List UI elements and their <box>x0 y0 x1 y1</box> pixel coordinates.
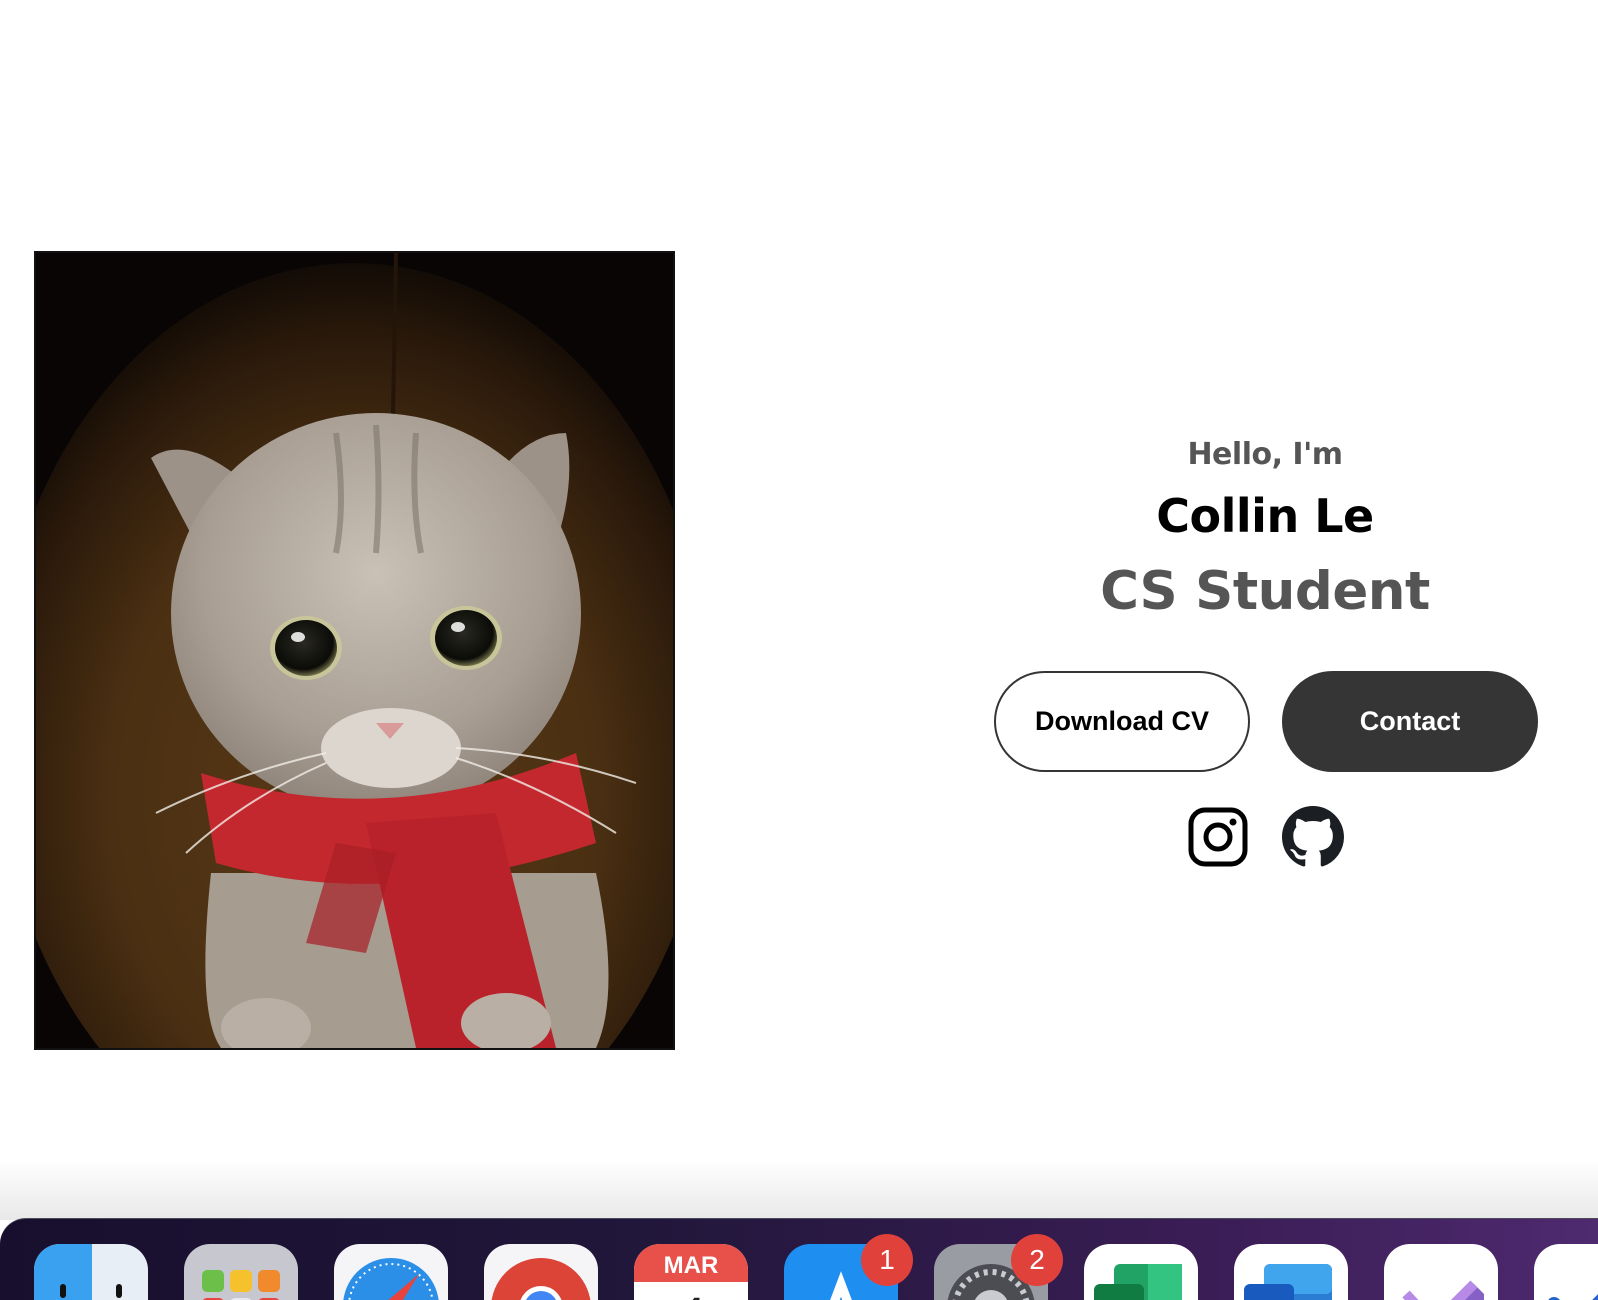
instagram-icon[interactable] <box>1187 806 1249 868</box>
contact-button[interactable]: Contact <box>1282 671 1538 772</box>
name-heading: Collin Le <box>1156 489 1374 543</box>
excel-icon[interactable]: X <box>1084 1244 1198 1300</box>
launchpad-icon[interactable] <box>184 1244 298 1300</box>
github-icon[interactable] <box>1282 806 1344 868</box>
calendar-month: MAR <box>664 1252 719 1279</box>
calendar-icon[interactable]: MAR 4 <box>634 1244 748 1300</box>
download-cv-button[interactable]: Download CV <box>994 671 1250 772</box>
portfolio-page: Hello, I'm Collin Le CS Student Download… <box>0 0 1598 1300</box>
calendar-day: 4 <box>675 1285 706 1300</box>
app-store-badge: 1 <box>861 1234 913 1286</box>
kitten-illustration <box>36 253 673 1048</box>
finder-icon[interactable] <box>34 1244 148 1300</box>
safari-icon[interactable] <box>334 1244 448 1300</box>
role-title: CS Student <box>1100 561 1430 622</box>
word-icon[interactable]: W <box>1234 1244 1348 1300</box>
todo-icon[interactable] <box>1534 1244 1598 1300</box>
system-settings-badge: 2 <box>1011 1234 1063 1286</box>
greeting-text: Hello, I'm <box>1187 437 1343 472</box>
profile-photo <box>34 251 675 1050</box>
chrome-icon[interactable] <box>484 1244 598 1300</box>
visual-studio-icon[interactable] <box>1384 1244 1498 1300</box>
dock-shadow <box>0 1160 1598 1220</box>
